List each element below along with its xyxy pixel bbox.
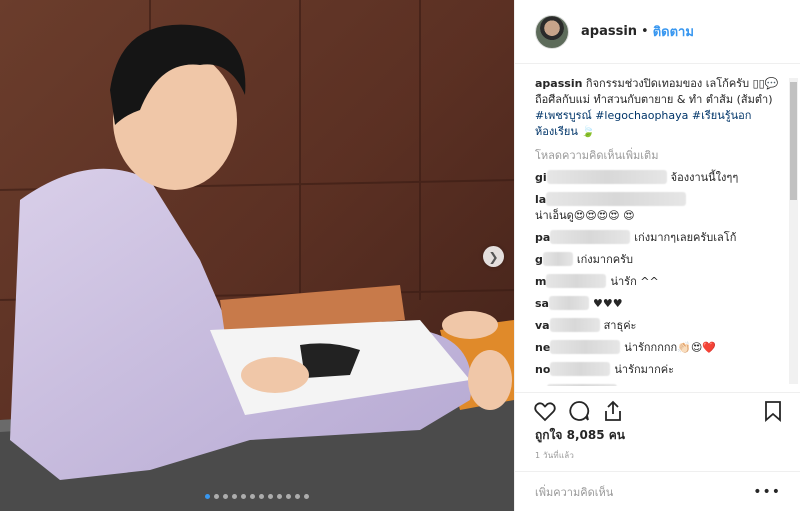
comment-text: เก่งมากครับ — [576, 253, 634, 266]
carousel-dot — [250, 494, 255, 499]
hashtag-2[interactable]: #legochaophaya — [595, 109, 688, 122]
scrollbar-thumb[interactable] — [790, 82, 797, 200]
add-comment-bar: เพิ่มความคิดเห็น ••• — [515, 471, 800, 511]
blurred-username — [542, 252, 573, 266]
more-options-icon[interactable]: ••• — [753, 484, 781, 500]
carousel-dot — [223, 494, 228, 499]
comment-row: sa ♥♥♥ — [535, 296, 779, 312]
comment-text: เก่งมากๆเลยครับเลโก้ — [634, 231, 737, 244]
comments-scrollbar[interactable] — [789, 78, 798, 384]
post-username[interactable]: apassin — [581, 24, 637, 39]
comment-row: va สาธุค่ะ — [535, 318, 779, 334]
comment-username[interactable]: no — [535, 362, 550, 378]
post-sidebar: apassin • ติดตาม apassin กิจกรรมช่วงปิดเ… — [514, 0, 800, 511]
comment-row: la น่าเอ็นดู😍😍😍😍 😍 — [535, 192, 779, 224]
comment-username[interactable]: m — [535, 274, 546, 290]
header-separator: • — [641, 24, 649, 39]
comment-row: ju เก่งจังคับ — [535, 384, 779, 386]
comment-text: น่ารักมากค่ะ — [614, 363, 675, 376]
blurred-username — [546, 192, 687, 206]
comment-username[interactable]: pa — [535, 230, 550, 246]
blurred-username — [546, 384, 617, 386]
comments-list: apassin กิจกรรมช่วงปิดเทอมของ เลโก้ครับ … — [515, 64, 800, 386]
carousel-dot — [304, 494, 309, 499]
carousel-dots — [0, 494, 514, 499]
photo-illustration — [0, 0, 514, 511]
carousel-dot — [214, 494, 219, 499]
blurred-username — [550, 362, 611, 376]
carousel-dot — [205, 494, 210, 499]
comment-input[interactable]: เพิ่มความคิดเห็น — [535, 483, 753, 501]
carousel-dot — [295, 494, 300, 499]
caption-username[interactable]: apassin — [535, 77, 582, 90]
comment-row: g เก่งมากครับ — [535, 252, 779, 268]
leaf-emoji: 🍃 — [581, 125, 596, 138]
avatar[interactable] — [535, 14, 569, 49]
next-photo-button[interactable]: ❯ — [483, 246, 504, 267]
comment-text: น่ารัก ^^ — [610, 275, 659, 288]
post-time: 1 วันที่แล้ว — [535, 451, 575, 460]
bookmark-icon[interactable] — [761, 399, 785, 423]
comment-row: m น่ารัก ^^ — [535, 274, 779, 290]
comment-text: น่ารักกกกก👏🏻😍❤️ — [624, 341, 717, 354]
blurred-username — [546, 274, 607, 288]
carousel-dot — [241, 494, 246, 499]
blurred-username — [548, 296, 589, 310]
carousel-dot — [277, 494, 282, 499]
comment-text: สาธุค่ะ — [603, 319, 637, 332]
carousel-dot — [259, 494, 264, 499]
follow-button[interactable]: ติดตาม — [653, 21, 694, 42]
comment-username[interactable]: gi — [535, 170, 547, 186]
comment-text: จ้องงานนี้ใงๆๆ — [670, 171, 739, 184]
comment-username[interactable]: va — [535, 318, 550, 334]
chevron-right-icon: ❯ — [488, 249, 499, 264]
blurred-username — [546, 170, 667, 184]
heart-icon[interactable] — [533, 399, 557, 423]
hashtag-1[interactable]: #เพชรบูรณ์ — [535, 109, 592, 122]
post-header: apassin • ติดตาม — [515, 0, 800, 64]
carousel-dot — [268, 494, 273, 499]
caption: apassin กิจกรรมช่วงปิดเทอมของ เลโก้ครับ … — [535, 76, 779, 140]
carousel-dot — [286, 494, 291, 499]
load-more-comments[interactable]: โหลดความคิดเห็นเพิ่มเติม — [535, 148, 779, 164]
comment-row: no น่ารักมากค่ะ — [535, 362, 779, 378]
comment-text: เก่งจังคับ — [621, 384, 663, 386]
likes-count[interactable]: ถูกใจ 8,085 คน — [535, 426, 625, 445]
share-icon[interactable] — [601, 399, 625, 423]
comment-text: น่าเอ็นดู😍😍😍😍 😍 — [535, 209, 635, 222]
comment-username[interactable]: la — [535, 192, 546, 208]
comment-text: ♥♥♥ — [592, 297, 623, 310]
comment-icon[interactable] — [567, 399, 591, 423]
comment-username[interactable]: g — [535, 252, 543, 268]
blurred-username — [550, 340, 621, 354]
post-photo[interactable]: ❯ — [0, 0, 514, 511]
comment-username[interactable]: ju — [535, 384, 547, 386]
comment-username[interactable]: sa — [535, 296, 549, 312]
comment-row: ne น่ารักกกกก👏🏻😍❤️ — [535, 340, 779, 356]
comment-row: gi จ้องงานนี้ใงๆๆ — [535, 170, 779, 186]
carousel-dot — [232, 494, 237, 499]
comment-username[interactable]: ne — [535, 340, 550, 356]
blurred-username — [550, 230, 631, 244]
action-bar — [515, 392, 800, 427]
comment-row: pa เก่งมากๆเลยครับเลโก้ — [535, 230, 779, 246]
blurred-username — [549, 318, 600, 332]
